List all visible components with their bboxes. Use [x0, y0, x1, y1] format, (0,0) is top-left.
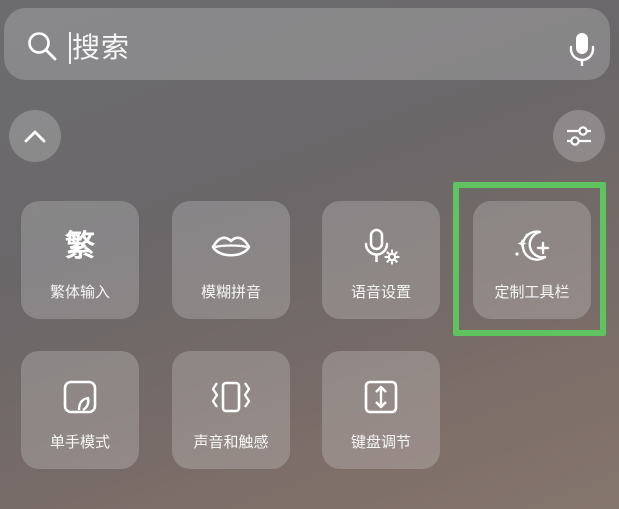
search-icon — [28, 32, 57, 61]
one-hand-icon — [63, 380, 97, 414]
keyboard-adjust-icon — [364, 380, 398, 414]
chevron-up-icon — [24, 130, 46, 143]
tile-fuzzy-pinyin[interactable]: 模糊拼音 — [172, 201, 290, 319]
tile-traditional-input[interactable]: 繁 繁体输入 — [21, 201, 139, 319]
microphone-icon[interactable] — [568, 32, 596, 68]
tile-label: 繁体输入 — [49, 283, 110, 301]
tile-voice-settings[interactable]: 语音设置 — [322, 201, 440, 319]
search-bar[interactable]: 搜索 — [4, 8, 610, 80]
lips-icon — [211, 236, 251, 257]
tile-label: 声音和触感 — [193, 433, 269, 451]
text-cursor — [69, 32, 71, 64]
traditional-char-icon: 繁 — [65, 229, 95, 264]
tile-one-hand-mode[interactable]: 单手模式 — [21, 351, 139, 469]
sliders-icon — [567, 126, 591, 146]
tile-label: 单手模式 — [49, 433, 110, 451]
vibration-icon — [211, 381, 251, 413]
collapse-button[interactable] — [9, 110, 61, 162]
mic-gear-icon — [364, 228, 400, 265]
toolbar-settings-button[interactable] — [553, 110, 605, 162]
highlight-frame — [453, 182, 606, 336]
tile-keyboard-adjust[interactable]: 键盘调节 — [322, 351, 440, 469]
tile-label: 键盘调节 — [350, 433, 411, 451]
tile-sound-haptics[interactable]: 声音和触感 — [172, 351, 290, 469]
search-placeholder: 搜索 — [72, 31, 131, 64]
tile-label: 模糊拼音 — [200, 283, 261, 301]
tile-label: 语音设置 — [350, 283, 411, 301]
